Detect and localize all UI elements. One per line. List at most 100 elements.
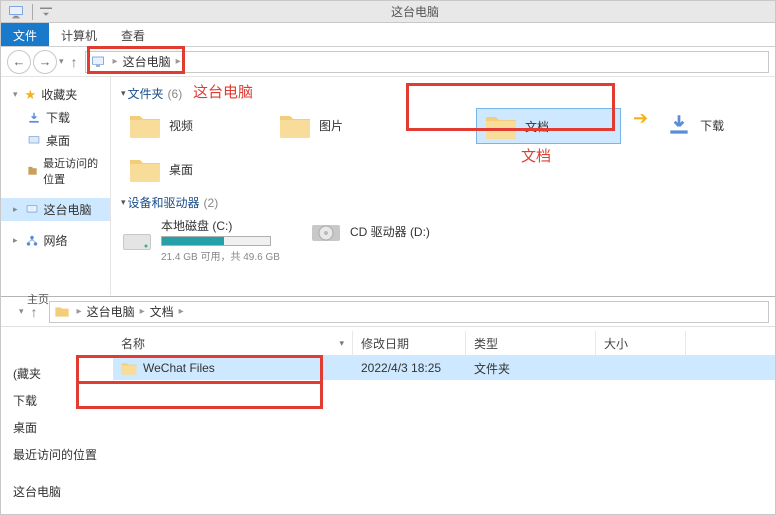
sidebar-network[interactable]: ▸ 网络	[1, 229, 110, 252]
tile-label: 文档	[525, 118, 549, 135]
chevron-right-icon[interactable]: ▸	[179, 306, 184, 317]
column-headers: 名称 ▾ 修改日期 类型 大小	[113, 332, 775, 356]
col-label: 修改日期	[361, 335, 409, 352]
sidebar-item-label: 下载	[46, 109, 70, 126]
tile-videos[interactable]: 视频	[121, 108, 241, 142]
col-label: 大小	[604, 335, 628, 352]
sidebar-recent[interactable]: 最近访问的位置	[1, 152, 110, 190]
folder-icon	[121, 361, 137, 375]
address-bar-2[interactable]: ▸ 这台电脑 ▸ 文档 ▸	[49, 301, 769, 323]
usage-bar	[161, 236, 271, 246]
tile-desktop[interactable]: 桌面	[121, 152, 241, 186]
tile-label: 下载	[700, 117, 724, 134]
network-icon	[25, 234, 39, 248]
breadcrumb-seg-0[interactable]: 这台电脑	[85, 303, 137, 320]
ribbon-tab-file[interactable]: 文件	[1, 23, 49, 46]
arrow-right-icon: ➔	[633, 108, 648, 129]
drive-label: 本地磁盘 (C:)	[161, 217, 280, 234]
chevron-right-icon[interactable]: ▸	[140, 306, 145, 317]
history-dropdown-icon[interactable]: ▾	[19, 306, 24, 317]
nav-row: ← → ▾ ↑ ▸ 这台电脑 ▸	[1, 47, 775, 77]
sort-dropdown-icon[interactable]: ▾	[339, 338, 344, 349]
sidebar2-desktop[interactable]: 桌面	[1, 414, 113, 441]
tile-label: 视频	[169, 117, 193, 134]
list-row[interactable]: WeChat Files 2022/4/3 18:25 文件夹	[113, 356, 775, 380]
drive-label: CD 驱动器 (D:)	[350, 223, 430, 240]
download-icon	[666, 112, 692, 138]
address-bar[interactable]: ▸ 这台电脑 ▸	[85, 51, 769, 73]
pc-icon	[7, 3, 25, 21]
chevron-down-icon: ▾	[13, 89, 18, 100]
cd-icon	[310, 217, 342, 245]
sidebar-desktop[interactable]: 桌面	[1, 129, 110, 152]
group-folders[interactable]: ▾ 文件夹 (6)	[121, 85, 765, 102]
col-type[interactable]: 类型	[466, 331, 596, 356]
back-button[interactable]: ←	[7, 50, 31, 74]
chevron-right-icon[interactable]: ▸	[77, 306, 82, 317]
col-label: 名称	[121, 335, 145, 352]
sidebar-favorites[interactable]: ▾ ★ 收藏夹	[1, 83, 110, 106]
file-list: WeChat Files 2022/4/3 18:25 文件夹	[113, 356, 775, 515]
history-dropdown-icon[interactable]: ▾	[59, 56, 64, 67]
nav-row-2: ▾ ↑ ▸ 这台电脑 ▸ 文档 ▸	[1, 297, 775, 327]
tile-pictures[interactable]: 图片	[271, 108, 391, 142]
cell-name: WeChat Files	[143, 361, 215, 375]
chevron-down-icon: ▾	[121, 88, 126, 99]
desktop-icon	[27, 134, 41, 148]
titlebar: 这台电脑	[1, 1, 775, 23]
group-drives[interactable]: ▾ 设备和驱动器 (2)	[121, 194, 765, 211]
sidebar2-thispc[interactable]: 这台电脑	[1, 478, 113, 505]
folder-icon	[279, 112, 311, 138]
tile-downloads[interactable]: 下载	[658, 108, 758, 142]
col-name[interactable]: 名称 ▾	[113, 331, 353, 356]
window-title: 这台电脑	[55, 3, 775, 20]
sidebar2-fav[interactable]: (藏夹	[1, 360, 113, 387]
group-label: 文件夹	[128, 85, 164, 102]
ribbon-tab-computer[interactable]: 计算机	[49, 23, 109, 46]
folder-icon	[485, 113, 517, 139]
breadcrumb-seg-0[interactable]: 这台电脑	[121, 53, 173, 70]
breadcrumb-seg-1[interactable]: 文档	[148, 303, 176, 320]
chevron-right-icon[interactable]: ▸	[176, 56, 181, 67]
dropdown-icon[interactable]	[37, 3, 55, 21]
pc-icon	[90, 54, 106, 70]
drive-d[interactable]: CD 驱动器 (D:)	[310, 217, 430, 245]
ribbon-tab-view[interactable]: 查看	[109, 23, 157, 46]
ribbon: 文件 计算机 查看	[1, 23, 775, 47]
tile-documents[interactable]: 文档	[476, 108, 621, 144]
col-size[interactable]: 大小	[596, 331, 686, 356]
sidebar2-recent[interactable]: 最近访问的位置	[1, 441, 113, 468]
tile-label: 图片	[319, 117, 343, 134]
star-icon: ★	[25, 87, 37, 103]
sidebar-downloads[interactable]: 下载	[1, 106, 110, 129]
sidebar-item-label: 网络	[44, 232, 68, 249]
chevron-right-icon[interactable]: ▸	[113, 56, 118, 67]
folder-icon	[54, 304, 70, 320]
sidebar-item-label: 桌面	[46, 132, 70, 149]
forward-button[interactable]: →	[33, 50, 57, 74]
download-icon	[27, 111, 41, 125]
sidebar: ▾ ★ 收藏夹 下载 桌面 最近访问的位置 ▸	[1, 77, 111, 295]
folder-icon	[129, 156, 161, 182]
folder-icon	[129, 112, 161, 138]
cell-date: 2022/4/3 18:25	[353, 361, 466, 375]
sidebar-item-label: 这台电脑	[44, 201, 92, 218]
title-sep	[32, 4, 33, 20]
chevron-right-icon: ▸	[13, 235, 18, 246]
group-count: (2)	[204, 196, 219, 210]
up-button[interactable]: ↑	[71, 54, 78, 70]
hdd-icon	[121, 226, 153, 254]
col-date[interactable]: 修改日期	[353, 331, 466, 356]
col-label: 类型	[474, 335, 498, 352]
tile-label: 桌面	[169, 161, 193, 178]
sidebar-2: (藏夹 下载 桌面 最近访问的位置 这台电脑	[1, 356, 113, 515]
sidebar-thispc[interactable]: ▸ 这台电脑	[1, 198, 110, 221]
sidebar-item-label: 收藏夹	[41, 86, 77, 103]
chevron-right-icon: ▸	[13, 204, 18, 215]
content-area: ▾ 文件夹 (6) 视频 图片 文档	[111, 77, 775, 295]
sidebar2-downloads[interactable]: 下载	[1, 387, 113, 414]
chevron-down-icon: ▾	[121, 197, 126, 208]
up-button[interactable]: ↑	[31, 304, 38, 320]
group-count: (6)	[168, 87, 183, 101]
drive-c[interactable]: 本地磁盘 (C:) 21.4 GB 可用，共 49.6 GB	[121, 217, 280, 263]
